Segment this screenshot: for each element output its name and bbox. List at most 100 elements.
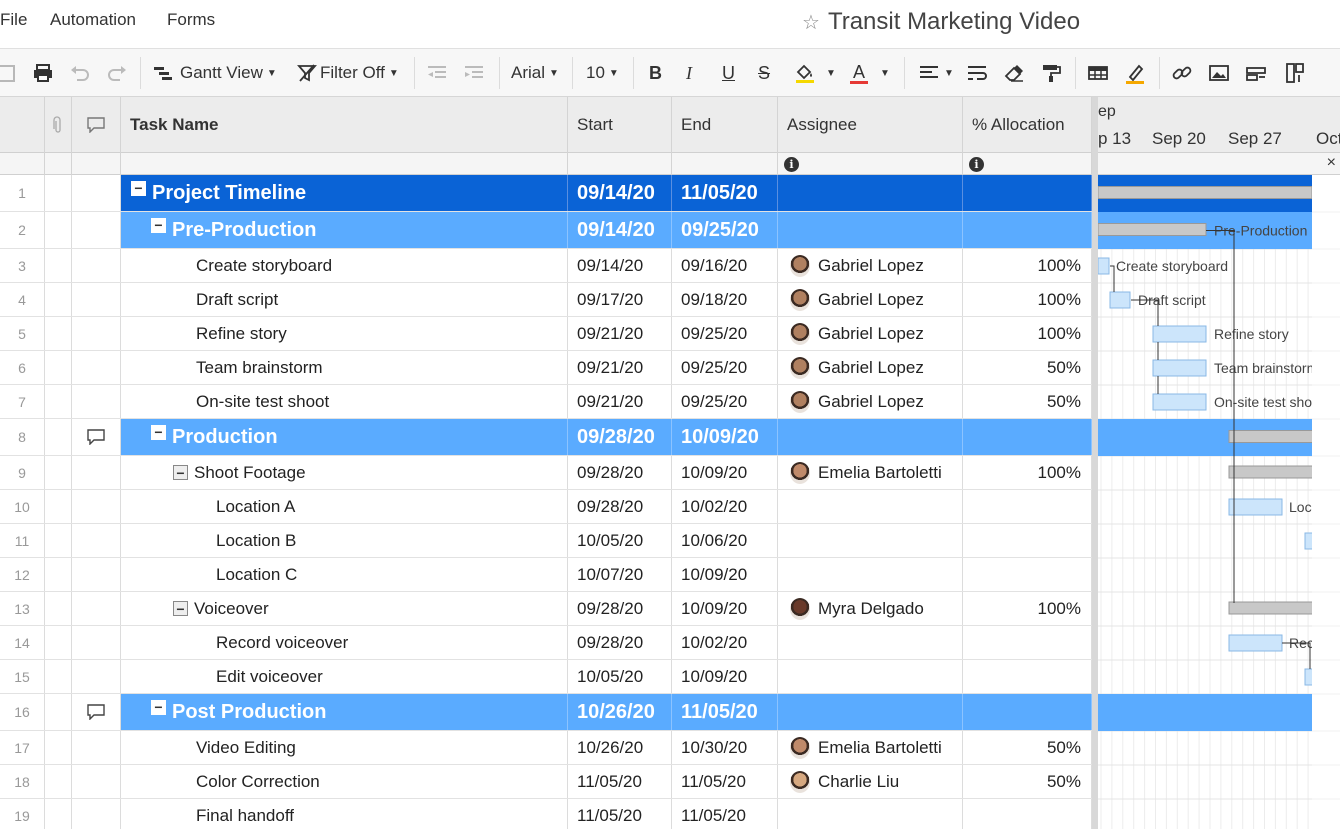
assignee-cell[interactable] — [778, 626, 963, 659]
start-date-cell[interactable]: 09/14/20 — [568, 212, 672, 248]
view-selector[interactable]: Gantt View ▼ — [152, 49, 277, 97]
table-row[interactable]: 13− Voiceover 09/28/20 10/09/20 Myra Delgado… — [0, 592, 1092, 626]
format-painter-icon[interactable] — [1040, 49, 1062, 97]
allocation-cell[interactable]: 100% — [963, 456, 1092, 489]
end-date-cell[interactable]: 10/02/20 — [672, 626, 778, 659]
collapse-toggle-icon[interactable]: − — [173, 465, 188, 480]
link-icon[interactable] — [1171, 49, 1193, 97]
start-header[interactable]: Start — [568, 97, 672, 153]
end-date-cell[interactable]: 10/09/20 — [672, 592, 778, 625]
assignee-cell[interactable]: Gabriel Lopez — [778, 283, 963, 316]
attachment-cell[interactable] — [45, 456, 72, 489]
assignee-cell[interactable] — [778, 558, 963, 591]
clear-format-icon[interactable] — [1003, 49, 1025, 97]
text-color-button[interactable]: A ▼ — [850, 49, 890, 97]
table-row[interactable]: 10 Location A 09/28/20 10/02/20 — [0, 490, 1092, 524]
comment-cell[interactable] — [72, 626, 121, 659]
task-name-cell[interactable]: − Shoot Footage — [121, 456, 568, 489]
gantt-close-button[interactable]: × — [1327, 154, 1336, 172]
task-name-cell[interactable]: − Voiceover — [121, 592, 568, 625]
table-row[interactable]: 8− Production 09/28/20 10/09/20 — [0, 419, 1092, 456]
comment-cell[interactable] — [72, 731, 121, 764]
allocation-cell[interactable] — [963, 175, 1092, 211]
attachment-cell[interactable] — [45, 317, 72, 350]
collapse-toggle-icon[interactable]: − — [131, 180, 146, 196]
allocation-cell[interactable]: 100% — [963, 317, 1092, 350]
assignee-cell[interactable] — [778, 799, 963, 829]
start-date-cell[interactable]: 09/28/20 — [568, 419, 672, 455]
comment-cell[interactable] — [72, 558, 121, 591]
row-insert-icon[interactable] — [1284, 49, 1306, 97]
row-number[interactable]: 9 — [0, 456, 45, 489]
start-date-cell[interactable]: 09/14/20 — [568, 249, 672, 282]
start-date-cell[interactable]: 10/07/20 — [568, 558, 672, 591]
table-row[interactable]: 17 Video Editing 10/26/20 10/30/20 Emelia Ba… — [0, 731, 1092, 765]
font-size-selector[interactable]: 10 ▼ — [586, 49, 619, 97]
menu-automation[interactable]: Automation — [50, 10, 136, 30]
table-row[interactable]: 16− Post Production 10/26/20 11/05/20 — [0, 694, 1092, 731]
row-number[interactable]: 6 — [0, 351, 45, 384]
comment-cell[interactable] — [72, 456, 121, 489]
comment-cell[interactable] — [72, 799, 121, 829]
menu-forms[interactable]: Forms — [167, 10, 215, 30]
start-date-cell[interactable]: 09/21/20 — [568, 351, 672, 384]
image-icon[interactable] — [1208, 49, 1230, 97]
attachment-cell[interactable] — [45, 351, 72, 384]
end-date-cell[interactable]: 10/09/20 — [672, 660, 778, 693]
attachment-cell[interactable] — [45, 419, 72, 455]
allocation-header[interactable]: % Allocation — [963, 97, 1092, 153]
task-name-cell[interactable]: Final handoff — [121, 799, 568, 829]
comment-cell[interactable] — [72, 694, 121, 730]
start-date-cell[interactable]: 11/05/20 — [568, 765, 672, 798]
row-number[interactable]: 16 — [0, 694, 45, 730]
task-name-cell[interactable]: On-site test shoot — [121, 385, 568, 418]
row-number[interactable]: 15 — [0, 660, 45, 693]
undo-icon[interactable] — [69, 49, 91, 97]
table-row[interactable]: 6 Team brainstorm 09/21/20 09/25/20 Gabriel … — [0, 351, 1092, 385]
attachment-cell[interactable] — [45, 799, 72, 829]
start-date-cell[interactable]: 09/21/20 — [568, 317, 672, 350]
end-date-cell[interactable]: 09/16/20 — [672, 249, 778, 282]
comment-cell[interactable] — [72, 490, 121, 523]
end-date-cell[interactable]: 09/18/20 — [672, 283, 778, 316]
start-date-cell[interactable]: 09/28/20 — [568, 456, 672, 489]
start-date-cell[interactable]: 11/05/20 — [568, 799, 672, 829]
row-number[interactable]: 4 — [0, 283, 45, 316]
end-header[interactable]: End — [672, 97, 778, 153]
end-date-cell[interactable]: 09/25/20 — [672, 385, 778, 418]
assignee-cell[interactable]: Gabriel Lopez — [778, 317, 963, 350]
attachment-cell[interactable] — [45, 694, 72, 730]
comment-cell[interactable] — [72, 524, 121, 557]
allocation-cell[interactable] — [963, 660, 1092, 693]
attachment-cell[interactable] — [45, 660, 72, 693]
comment-cell[interactable] — [72, 175, 121, 211]
collapse-toggle-icon[interactable]: − — [151, 699, 166, 715]
attachment-cell[interactable] — [45, 558, 72, 591]
strikethrough-button[interactable]: S — [758, 49, 770, 97]
indent-icon[interactable] — [463, 49, 485, 97]
print-icon[interactable] — [32, 49, 54, 97]
bold-button[interactable]: B — [649, 49, 662, 97]
row-number[interactable]: 13 — [0, 592, 45, 625]
align-button[interactable]: ▼ — [918, 49, 954, 97]
task-name-cell[interactable]: Edit voiceover — [121, 660, 568, 693]
comment-icon[interactable] — [87, 704, 105, 720]
table-row[interactable]: 2− Pre-Production 09/14/20 09/25/20 — [0, 212, 1092, 249]
assignee-cell[interactable] — [778, 524, 963, 557]
task-name-cell[interactable]: Record voiceover — [121, 626, 568, 659]
filter-selector[interactable]: Filter Off ▼ — [296, 49, 399, 97]
start-date-cell[interactable]: 10/05/20 — [568, 660, 672, 693]
assignee-cell[interactable] — [778, 212, 963, 248]
table-row[interactable]: 15 Edit voiceover 10/05/20 10/09/20 — [0, 660, 1092, 694]
task-name-cell[interactable]: − Production — [121, 419, 568, 455]
assignee-cell[interactable]: Emelia Bartoletti — [778, 456, 963, 489]
assignee-info-icon[interactable]: i — [784, 156, 799, 172]
task-name-cell[interactable]: Create storyboard — [121, 249, 568, 282]
table-row[interactable]: 1− Project Timeline 09/14/20 11/05/20 — [0, 175, 1092, 212]
allocation-cell[interactable]: 50% — [963, 351, 1092, 384]
fill-color-button[interactable]: ▼ — [794, 49, 836, 97]
collapse-toggle-icon[interactable]: − — [151, 424, 166, 440]
attachment-cell[interactable] — [45, 765, 72, 798]
end-date-cell[interactable]: 09/25/20 — [672, 351, 778, 384]
outdent-icon[interactable] — [426, 49, 448, 97]
